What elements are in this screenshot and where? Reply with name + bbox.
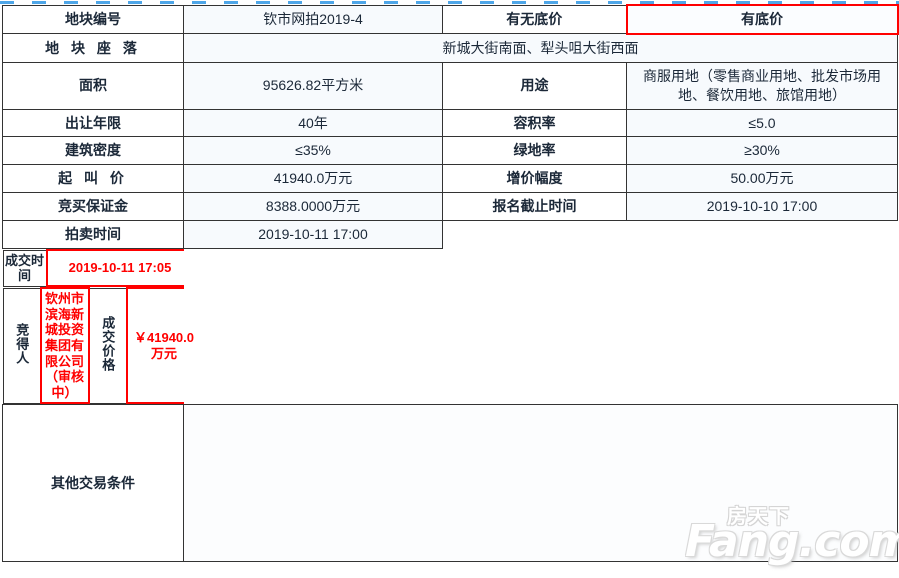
table-row-winner-price: 竞得人 钦州市滨海新城投资集团有限公司（审核中） 成交价格 ￥41940.0万元 (2, 287, 898, 405)
label-deal-price: 成交价格 (88, 287, 127, 404)
value-start-price: 41940.0万元 (183, 164, 443, 194)
table-row-parcel-no: 地块编号 钦市网拍2019-4 有无底价 有底价 (2, 4, 899, 35)
label-area: 面积 (2, 61, 184, 110)
value-green-ratio: ≥30% (626, 136, 898, 166)
label-auction-time: 拍卖时间 (2, 220, 184, 250)
table-row-deposit-deadline: 竞买保证金 8388.0000万元 报名截止时间 2019-10-10 17:0… (2, 192, 898, 222)
label-location: 地 块 座 落 (2, 33, 184, 63)
table-row-term-far: 出让年限 40年 容积率 ≤5.0 (2, 108, 898, 138)
label-winner: 竞得人 (2, 287, 41, 404)
label-far: 容积率 (442, 108, 627, 138)
table-row-density-green: 建筑密度 ≤35% 绿地率 ≥30% (2, 136, 898, 166)
label-term: 出让年限 (2, 108, 184, 138)
label-building-density: 建筑密度 (2, 136, 184, 166)
label-other-conditions: 其他交易条件 (2, 404, 184, 563)
value-far: ≤5.0 (626, 108, 898, 138)
winner-price-cell-host: 竞得人 钦州市滨海新城投资集团有限公司（审核中） 成交价格 ￥41940.0万元 (2, 287, 203, 405)
label-deal-time: 成交时间 (2, 249, 47, 287)
value-usage: 商服用地（零售商业用地、批发市场用地、餐饮用地、旅馆用地） (626, 61, 898, 110)
value-location: 新城大街南面、犁头咀大街西面 (183, 33, 898, 63)
deal-time-table: 成交时间 2019-10-11 17:05 (2, 249, 195, 288)
value-register-deadline: 2019-10-10 17:00 (626, 192, 898, 222)
value-area: 95626.82平方米 (183, 61, 443, 110)
value-increment: 50.00万元 (626, 164, 898, 194)
label-parcel-no: 地块编号 (2, 4, 184, 35)
table-row-deal-time: 成交时间 2019-10-11 17:05 (2, 248, 898, 288)
label-increment: 增价幅度 (442, 164, 627, 194)
label-green-ratio: 绿地率 (442, 136, 627, 166)
table-row-auction-time: 拍卖时间 2019-10-11 17:00 (2, 220, 898, 250)
table-row-area-usage: 面积 95626.82平方米 用途 商服用地（零售商业用地、批发市场用地、餐饮用… (2, 61, 898, 110)
deal-time-cell-host: 成交时间 2019-10-11 17:05 (2, 248, 195, 288)
table-row-location: 地 块 座 落 新城大街南面、犁头咀大街西面 (2, 33, 898, 63)
winner-price-row: 竞得人 钦州市滨海新城投资集团有限公司（审核中） 成交价格 ￥41940.0万元 (2, 287, 203, 405)
value-auction-time: 2019-10-11 17:00 (183, 220, 443, 250)
table-row-start-price-increment: 起 叫 价 41940.0万元 增价幅度 50.00万元 (2, 164, 898, 194)
winner-price-table: 竞得人 钦州市滨海新城投资集团有限公司（审核中） 成交价格 ￥41940.0万元 (2, 287, 203, 405)
label-deposit: 竞买保证金 (2, 192, 184, 222)
value-parcel-no: 钦市网拍2019-4 (183, 4, 443, 35)
value-has-floor-price: 有底价 (625, 4, 899, 35)
label-usage: 用途 (442, 61, 627, 110)
table-row-other-conditions: 其他交易条件 (2, 404, 898, 563)
value-term: 40年 (183, 108, 443, 138)
land-parcel-table: 地块编号 钦市网拍2019-4 有无底价 有底价 地 块 座 落 新城大街南面、… (2, 4, 899, 563)
value-deposit: 8388.0000万元 (183, 192, 443, 222)
label-has-floor-price: 有无底价 (442, 4, 627, 35)
value-other-conditions (183, 404, 898, 563)
auction-result-sheet: 地块编号 钦市网拍2019-4 有无底价 有底价 地 块 座 落 新城大街南面、… (0, 0, 899, 578)
value-building-density: ≤35% (183, 136, 443, 166)
label-start-price: 起 叫 价 (2, 164, 184, 194)
label-register-deadline: 报名截止时间 (442, 192, 627, 222)
value-deal-time: 2019-10-11 17:05 (45, 249, 195, 288)
deal-time-row: 成交时间 2019-10-11 17:05 (2, 249, 195, 288)
value-winner: 钦州市滨海新城投资集团有限公司（审核中） (39, 287, 90, 405)
